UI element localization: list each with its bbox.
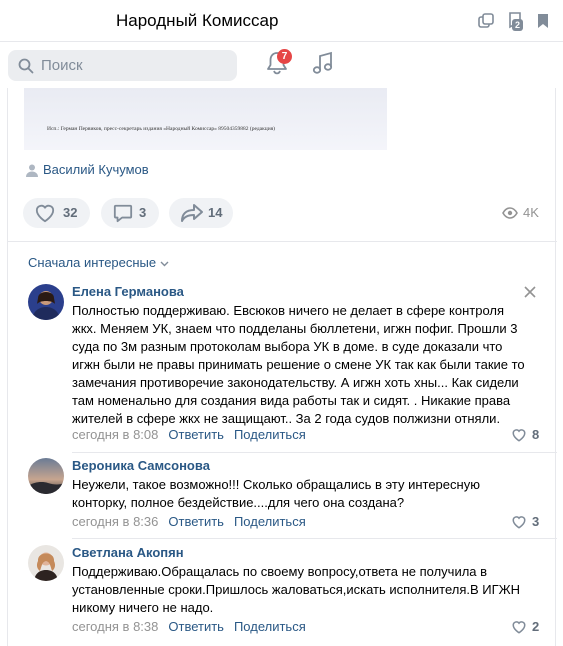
- post-author-name: Василий Кучумов: [43, 162, 149, 177]
- reply-link[interactable]: Ответить: [168, 619, 224, 634]
- like-button[interactable]: 32: [23, 198, 90, 228]
- comment-icon: [113, 204, 133, 223]
- share-count: 14: [208, 205, 223, 220]
- comment-meta: сегодня в 8:38 Ответить Поделиться: [72, 619, 306, 634]
- share-link[interactable]: Поделиться: [234, 427, 306, 442]
- share-link[interactable]: Поделиться: [234, 619, 306, 634]
- comment-divider: [72, 452, 557, 453]
- music-icon[interactable]: [312, 51, 334, 77]
- comment-author[interactable]: Елена Германова: [72, 284, 184, 299]
- post-card: Исп.: Герман Первиков, пресс-секретарь и…: [7, 88, 557, 646]
- search-icon: [18, 58, 34, 74]
- comment-time[interactable]: сегодня в 8:08: [72, 427, 158, 442]
- comment-like-count: 8: [532, 427, 540, 442]
- reply-link[interactable]: Ответить: [168, 427, 224, 442]
- heart-icon: [512, 516, 526, 529]
- like-count: 32: [63, 205, 78, 220]
- page-title: Народный Комиссар: [116, 11, 279, 30]
- top-bar: Народный Комиссар 2: [0, 0, 563, 42]
- comment-meta: сегодня в 8:36 Ответить Поделиться: [72, 514, 306, 529]
- post-divider: [8, 241, 557, 242]
- share-icon: [181, 204, 203, 222]
- avatar[interactable]: [28, 458, 64, 494]
- comment-author[interactable]: Светлана Акопян: [72, 545, 184, 560]
- post-image[interactable]: Исп.: Герман Первиков, пресс-секретарь и…: [24, 88, 387, 150]
- share-link[interactable]: Поделиться: [234, 514, 306, 529]
- views-count: 4K: [523, 205, 539, 220]
- heart-icon: [512, 429, 526, 442]
- copy-icon[interactable]: [477, 12, 495, 30]
- comments-sort-dropdown[interactable]: Сначала интересные: [28, 255, 169, 270]
- bookmark-icon[interactable]: [534, 12, 552, 30]
- user-icon: [26, 164, 38, 177]
- comment-like-count: 3: [532, 514, 540, 529]
- sort-label: Сначала интересные: [28, 255, 157, 270]
- avatar[interactable]: [28, 545, 64, 581]
- notifications-badge: 7: [277, 49, 292, 64]
- search-row: Поиск 7: [0, 42, 563, 88]
- bookmark-stack-icon[interactable]: 2: [506, 10, 528, 32]
- comment-author[interactable]: Вероника Самсонова: [72, 458, 210, 473]
- search-placeholder: Поиск: [41, 57, 83, 74]
- avatar[interactable]: [28, 284, 64, 320]
- close-icon[interactable]: [524, 286, 536, 298]
- comment-text: Неужели, такое возможно!!! Сколько обращ…: [72, 477, 480, 510]
- bookmark-stack-count: 2: [512, 19, 524, 31]
- comment-time[interactable]: сегодня в 8:38: [72, 619, 158, 634]
- share-button[interactable]: 14: [169, 198, 233, 228]
- comment-time[interactable]: сегодня в 8:36: [72, 514, 158, 529]
- chevron-down-icon: [160, 261, 169, 267]
- comment-divider: [72, 538, 557, 539]
- search-input[interactable]: Поиск: [8, 50, 237, 81]
- post-image-caption: Исп.: Герман Первиков, пресс-секретарь и…: [47, 126, 276, 132]
- comment-text: Поддерживаю.Обращалась по своему вопросу…: [72, 564, 521, 615]
- comment-button[interactable]: 3: [101, 198, 159, 228]
- reply-link[interactable]: Ответить: [168, 514, 224, 529]
- eye-icon: [502, 207, 518, 219]
- comment-text: Полностью поддерживаю. Евсюков ничего не…: [72, 303, 525, 426]
- comment-count: 3: [139, 205, 147, 220]
- comment-meta: сегодня в 8:08 Ответить Поделиться: [72, 427, 306, 442]
- heart-icon: [35, 204, 55, 223]
- comment-like-count: 2: [532, 619, 540, 634]
- heart-icon: [512, 621, 526, 634]
